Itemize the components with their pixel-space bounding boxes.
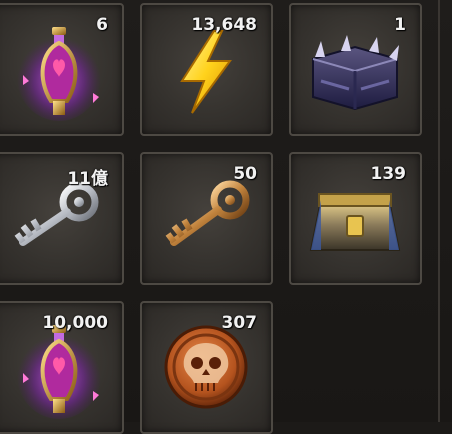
inventory-slot-gold-chest[interactable]: 139 <box>289 152 422 285</box>
inventory-slot-purple-potion[interactable]: 6 <box>0 3 124 136</box>
inventory-slot-dark-chest[interactable]: 1 <box>289 3 422 136</box>
inventory-slot-skull-coin[interactable]: 307 <box>140 301 273 434</box>
item-count: 10,000 <box>42 313 108 333</box>
inventory-slot-bronze-key[interactable]: 50 <box>140 152 273 285</box>
item-count: 11億 <box>67 169 108 189</box>
item-count: 307 <box>221 313 258 333</box>
item-count: 50 <box>233 164 257 184</box>
item-count: 6 <box>96 15 108 35</box>
item-count: 1 <box>394 15 406 35</box>
inventory-slot-lightning-bolt[interactable]: 13,648 <box>140 3 273 136</box>
inventory-slot-purple-potion-2[interactable]: 10,000 <box>0 301 124 434</box>
item-count: 139 <box>370 164 407 184</box>
item-count: 13,648 <box>191 15 257 35</box>
inventory-slot-silver-key[interactable]: 11億 <box>0 152 124 285</box>
scrollbar-track[interactable] <box>438 0 440 422</box>
